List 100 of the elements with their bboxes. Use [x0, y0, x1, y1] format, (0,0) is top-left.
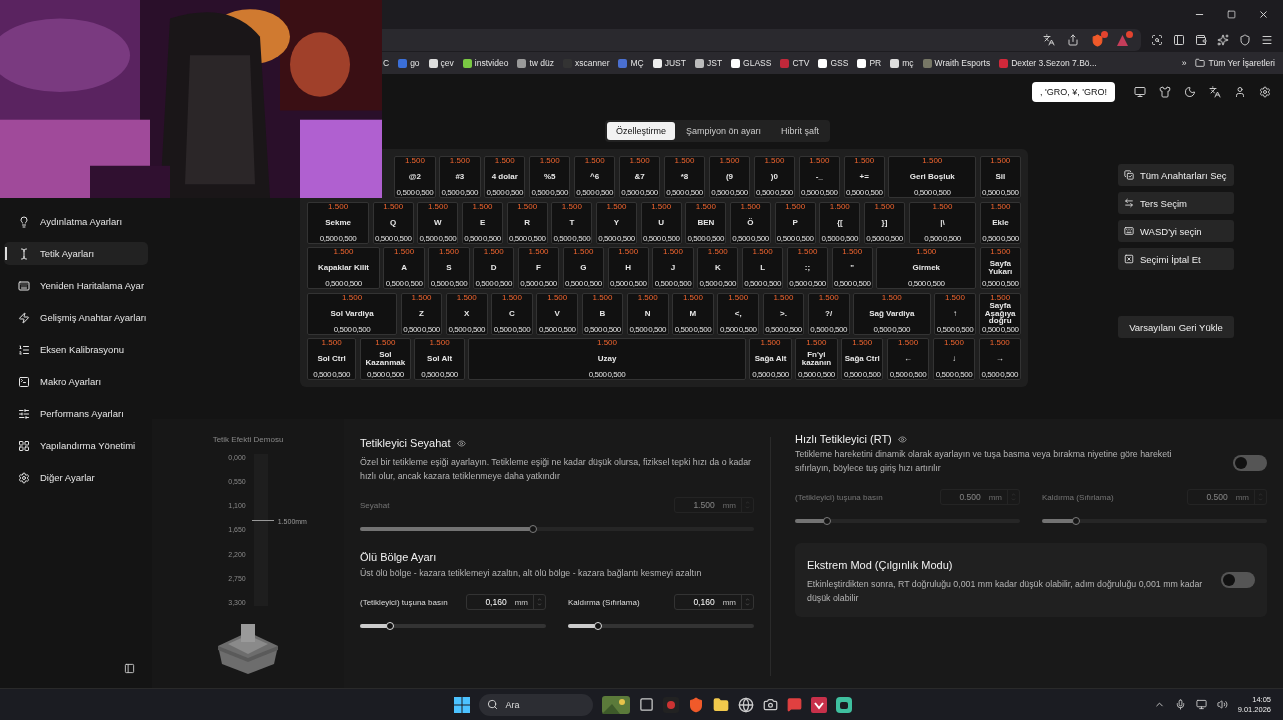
- key[interactable]: 1.500 ↑ 0,5000,500: [934, 292, 976, 335]
- key[interactable]: 1.500 Sol Alt 0,5000,500: [414, 338, 465, 380]
- key[interactable]: 1.500 Z 0,5000,500: [400, 292, 443, 335]
- monitor-icon[interactable]: [1195, 699, 1207, 710]
- key[interactable]: 1.500 Sol Kazanmak 0,5000,500: [359, 338, 411, 380]
- translate-icon[interactable]: [1043, 34, 1055, 46]
- bookmark[interactable]: JUST: [652, 58, 686, 68]
- key[interactable]: 1.500 E 0,5000,500: [461, 201, 504, 244]
- tab[interactable]: Özelleştirme: [606, 122, 675, 140]
- sparkle-icon[interactable]: [1217, 34, 1229, 46]
- sidebar-item[interactable]: Gelişmiş Anahtar Ayarları: [4, 306, 148, 329]
- shield-icon[interactable]: [687, 696, 704, 713]
- chat-icon[interactable]: [786, 697, 802, 712]
- microphone-icon[interactable]: [1174, 699, 1186, 710]
- screenshot-icon[interactable]: [1151, 34, 1163, 46]
- user-icon[interactable]: [1234, 86, 1246, 98]
- key[interactable]: 1.500 L 0,5000,500: [741, 247, 784, 289]
- close-icon[interactable]: [1258, 8, 1269, 20]
- key[interactable]: 1.500 -_ 0,5000,500: [798, 156, 841, 198]
- sidebar-item[interactable]: Makro Ayarları: [4, 370, 148, 393]
- key[interactable]: 1.500 Sol Ctrl 0,5000,500: [307, 338, 357, 380]
- key[interactable]: 1.500 >. 0,5000,500: [762, 292, 805, 335]
- key[interactable]: 1.500 U 0,5000,500: [640, 201, 682, 244]
- key[interactable]: 1.500 C 0,5000,500: [491, 292, 533, 335]
- search-field[interactable]: Ara: [478, 693, 593, 716]
- bookmark[interactable]: CTV: [780, 58, 810, 68]
- all-bookmarks[interactable]: Tüm Yer İşaretleri: [1195, 58, 1275, 68]
- bookmark[interactable]: xscanner: [563, 58, 610, 68]
- key[interactable]: 1.500 BEN 0,5000,500: [685, 201, 727, 244]
- toggle-switch[interactable]: [1233, 455, 1267, 471]
- image-icon[interactable]: [601, 695, 630, 714]
- globe-icon[interactable]: [737, 696, 754, 713]
- bookmark[interactable]: tw düz: [517, 58, 554, 68]
- key[interactable]: 1.500 ↓ 0,5000,500: [932, 338, 976, 380]
- moon-icon[interactable]: [1184, 86, 1196, 98]
- key[interactable]: 1.500 " 0,5000,500: [831, 247, 873, 289]
- key[interactable]: 1.500 Sağ Vardiya 0,5000,500: [853, 292, 931, 335]
- bookmark[interactable]: instvideo: [462, 58, 509, 68]
- key[interactable]: 1.500 W 0,5000,500: [417, 201, 459, 244]
- bookmark[interactable]: MÇ: [618, 58, 644, 68]
- camera-icon[interactable]: [762, 697, 778, 712]
- key[interactable]: 1.500 Sayfa Aşağıya doğru 0,5000,500: [979, 292, 1022, 335]
- key[interactable]: 1.500 F 0,5000,500: [517, 247, 560, 289]
- monitor-icon[interactable]: [1134, 86, 1146, 98]
- key[interactable]: 1.500 4 dolar 0,5000,500: [484, 156, 526, 198]
- sidebar-item[interactable]: Diğer Ayarlar: [4, 466, 148, 489]
- sidebar-item[interactable]: Performans Ayarları: [4, 402, 148, 425]
- key[interactable]: 1.500 Kapaklar Kilit 0,5000,500: [307, 247, 380, 289]
- app-icon[interactable]: [662, 696, 679, 713]
- key[interactable]: 1.500 <, 0,5000,500: [717, 292, 760, 335]
- key[interactable]: 1.500 T 0,5000,500: [551, 201, 593, 244]
- eye-icon[interactable]: [456, 438, 466, 448]
- key[interactable]: 1.500 D 0,5000,500: [473, 247, 515, 289]
- settings-icon[interactable]: [1259, 86, 1271, 98]
- key[interactable]: 1.500 V 0,5000,500: [536, 292, 579, 335]
- bookmark[interactable]: JST: [694, 58, 723, 68]
- key[interactable]: 1.500 B 0,5000,500: [581, 292, 624, 335]
- restore-defaults-button[interactable]: Varsayılanı Geri Yükle: [1118, 316, 1234, 338]
- slider-thumb[interactable]: [385, 622, 394, 630]
- key[interactable]: 1.500 H 0,5000,500: [607, 247, 649, 289]
- slider-thumb[interactable]: [1071, 517, 1080, 525]
- windows-icon[interactable]: [453, 696, 470, 713]
- slider-thumb[interactable]: [529, 525, 538, 533]
- restore-icon[interactable]: [1227, 9, 1236, 19]
- sidebar-item[interactable]: Aydınlatma Ayarları: [4, 210, 148, 233]
- key[interactable]: 1.500 X 0,5000,500: [445, 292, 488, 335]
- window-icon[interactable]: [638, 697, 654, 712]
- sidebar-toggle-icon[interactable]: [124, 663, 135, 674]
- sidebar-item[interactable]: Eksen Kalibrasyonu: [4, 338, 148, 361]
- action-button[interactable]: Seçimi İptal Et: [1118, 248, 1234, 270]
- slider-thumb[interactable]: [593, 622, 602, 630]
- key[interactable]: 1.500 Fn'yi kazanın 0,5000,500: [795, 338, 838, 380]
- key[interactable]: 1.500 J 0,5000,500: [652, 247, 694, 289]
- bookmark[interactable]: Dexter 3.Sezon 7.Bö...: [999, 58, 1097, 68]
- shield-icon[interactable]: [1239, 34, 1251, 46]
- key[interactable]: 1.500 Sağa Ctrl 0,5000,500: [841, 338, 884, 380]
- key[interactable]: 1.500 @2 0,5000,500: [394, 156, 436, 198]
- tab[interactable]: Hibrit şaft: [772, 122, 829, 140]
- more-bookmarks[interactable]: »: [1181, 58, 1187, 68]
- key[interactable]: 1.500 Geri Boşluk 0,5000,500: [888, 156, 977, 198]
- checkmark-icon[interactable]: [810, 696, 827, 713]
- app-icon[interactable]: [835, 696, 852, 713]
- bookmark[interactable]: mç: [890, 58, 914, 68]
- key[interactable]: 1.500 N 0,5000,500: [626, 292, 669, 335]
- wallet-icon[interactable]: [1195, 34, 1207, 46]
- key[interactable]: 1.500 }] 0,5000,500: [863, 201, 906, 244]
- bookmark[interactable]: C: [383, 58, 390, 68]
- bookmark[interactable]: GLASS: [731, 58, 772, 68]
- key[interactable]: 1.500 Sağa Alt 0,5000,500: [749, 338, 792, 380]
- slider[interactable]: [360, 527, 754, 531]
- key[interactable]: 1.500 {[ 0,5000,500: [819, 201, 861, 244]
- action-button[interactable]: WASD'yi seçin: [1118, 220, 1234, 242]
- sidebar-item[interactable]: Yapılandırma Yönetimi: [4, 434, 148, 457]
- bookmark[interactable]: çev: [428, 58, 454, 68]
- bookmark[interactable]: PR: [857, 58, 882, 68]
- bookmark[interactable]: Wraith Esports: [922, 58, 991, 68]
- key[interactable]: 1.500 )0 0,5000,500: [753, 156, 796, 198]
- action-button[interactable]: Ters Seçim: [1118, 192, 1234, 214]
- key[interactable]: 1.500 Ö 0,5000,500: [729, 201, 772, 244]
- sidebar-item[interactable]: Yeniden Haritalama Ayar: [4, 274, 148, 297]
